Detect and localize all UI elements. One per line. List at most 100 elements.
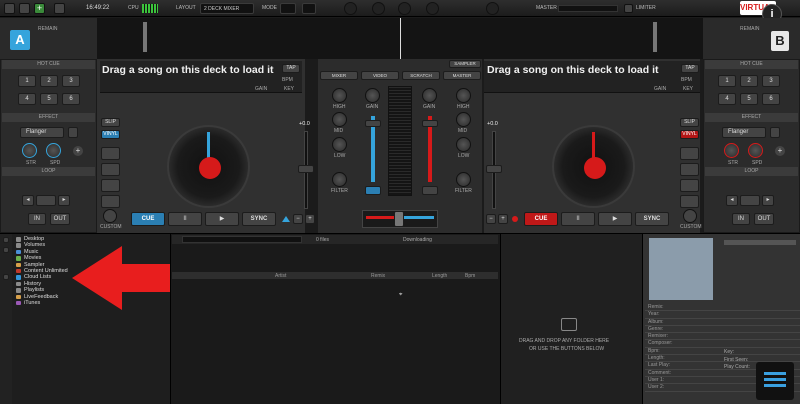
mixer-b-mid-knob[interactable]	[456, 112, 471, 127]
mixer-b-pfl-icon[interactable]	[422, 186, 438, 195]
deck-a-loop-in-button[interactable]: IN	[28, 213, 46, 225]
deck-b-custom-knob[interactable]	[683, 209, 697, 223]
deck-a-loop-double-icon[interactable]: ▸	[58, 195, 70, 206]
mode-toggle-1[interactable]	[280, 3, 296, 14]
deck-b-loop-out-button[interactable]: OUT	[754, 213, 774, 225]
deck-a-custom-pad-2[interactable]	[101, 163, 120, 176]
deck-a-hotcue-4[interactable]: 4	[18, 93, 36, 105]
deck-a-letter[interactable]: A	[10, 30, 30, 50]
deck-b-hotcue-5[interactable]: 5	[740, 93, 758, 105]
deck-b-custom-pad-4[interactable]	[680, 195, 699, 208]
sideview-icon[interactable]	[3, 247, 9, 253]
column-bpm[interactable]: Bpm	[465, 273, 475, 279]
settings-icon[interactable]	[54, 3, 65, 14]
effects-icon[interactable]	[398, 2, 411, 15]
deck-a-custom-pad-4[interactable]	[101, 195, 120, 208]
deck-a-cue-button[interactable]: CUE	[131, 212, 165, 226]
crossfader-handle[interactable]	[394, 211, 404, 227]
deck-a-str-knob[interactable]	[22, 143, 37, 158]
mixer-b-high-knob[interactable]	[456, 88, 471, 103]
info-rating-slider[interactable]	[724, 240, 796, 245]
deck-a-vinyl-button[interactable]: VINYL	[101, 130, 120, 139]
browser-icon[interactable]	[344, 2, 357, 15]
deck-a-jogwheel[interactable]	[167, 125, 250, 208]
deck-a-slip-button[interactable]: SLIP	[101, 118, 120, 127]
deck-b-str-knob[interactable]	[724, 143, 739, 158]
deck-b-effect-power-icon[interactable]	[770, 127, 780, 138]
scratch-tab[interactable]: SCRATCH	[402, 71, 440, 80]
mixer-a-mid-knob[interactable]	[332, 112, 347, 127]
layout-select[interactable]: 2 DECK MIXER	[200, 3, 254, 14]
master-volume-slider[interactable]	[558, 5, 618, 12]
deck-b-hotcue-2[interactable]: 2	[740, 75, 758, 87]
deck-b-custom-pad-1[interactable]	[680, 147, 699, 160]
plus-icon[interactable]: +	[34, 3, 45, 14]
search-input[interactable]	[182, 236, 302, 243]
deck-b-custom-pad-3[interactable]	[680, 179, 699, 192]
deck-b-custom-pad-2[interactable]	[680, 163, 699, 176]
rec-icon[interactable]	[486, 2, 499, 15]
deck-a-custom-knob[interactable]	[103, 209, 117, 223]
record-icon[interactable]	[19, 3, 30, 14]
deck-b-loop-length[interactable]	[740, 195, 760, 206]
deck-b-hotcue-6[interactable]: 6	[762, 93, 780, 105]
mixer-b-volume-handle[interactable]	[422, 120, 438, 127]
deck-b-letter[interactable]: B	[771, 31, 789, 51]
mode-toggle-2[interactable]	[302, 3, 316, 14]
deck-a-hotcue-1[interactable]: 1	[18, 75, 36, 87]
deck-a-pitch-minus-icon[interactable]: −	[293, 214, 303, 224]
deck-a-play-button[interactable]: ▶	[205, 212, 239, 226]
deck-a-effect-add-icon[interactable]: +	[73, 146, 83, 156]
deck-b-hotcue-1[interactable]: 1	[718, 75, 736, 87]
deck-b-pitch-minus-icon[interactable]: −	[486, 214, 496, 224]
deck-b-effect-select[interactable]: Flanger	[722, 127, 766, 138]
filter-icon[interactable]	[3, 274, 9, 280]
deck-a-spd-knob[interactable]	[46, 143, 61, 158]
menu-icon[interactable]	[4, 3, 15, 14]
mixer-b-filter-knob[interactable]	[456, 172, 471, 187]
deck-b-effect-add-icon[interactable]: +	[775, 146, 785, 156]
deck-a-effect-power-icon[interactable]	[68, 127, 78, 138]
deck-b-pitch-handle[interactable]	[486, 165, 502, 173]
deck-a-hotcue-5[interactable]: 5	[40, 93, 58, 105]
deck-a-keylock-icon[interactable]	[282, 216, 290, 222]
deck-a-pause-button[interactable]: II	[168, 212, 202, 226]
column-artist[interactable]: Artist	[275, 273, 286, 279]
deck-a-loop-half-icon[interactable]: ◂	[22, 195, 34, 206]
deck-b-pitch-plus-icon[interactable]: +	[498, 214, 508, 224]
master-tab[interactable]: MASTER	[443, 71, 481, 80]
deck-a-hotcue-6[interactable]: 6	[62, 93, 80, 105]
deck-a-pitch-handle[interactable]	[298, 165, 314, 173]
deck-b-cue-button[interactable]: CUE	[524, 212, 558, 226]
deck-b-loop-double-icon[interactable]: ▸	[762, 195, 774, 206]
deck-b-vinyl-button[interactable]: VINYL	[680, 130, 699, 139]
column-length[interactable]: Length	[432, 273, 447, 279]
video-icon[interactable]	[426, 2, 439, 15]
mixer-a-gain-knob[interactable]	[365, 88, 380, 103]
column-remix[interactable]: Remix	[371, 273, 385, 279]
deck-b-hotcue-3[interactable]: 3	[762, 75, 780, 87]
deck-a-loop-out-button[interactable]: OUT	[50, 213, 70, 225]
deck-a-effect-select[interactable]: Flanger	[20, 127, 64, 138]
deck-b-sync-button[interactable]: SYNC	[635, 212, 669, 226]
search-icon[interactable]	[3, 237, 9, 243]
deck-a-tap-button[interactable]: TAP	[282, 64, 300, 73]
video-tab[interactable]: VIDEO	[361, 71, 399, 80]
mixer-b-gain-knob[interactable]	[422, 88, 437, 103]
deck-a-custom-pad-1[interactable]	[101, 147, 120, 160]
mixer-a-pfl-icon[interactable]	[365, 186, 381, 195]
deck-b-loop-half-icon[interactable]: ◂	[726, 195, 738, 206]
mixer-a-high-knob[interactable]	[332, 88, 347, 103]
deck-a-sync-button[interactable]: SYNC	[242, 212, 276, 226]
mixer-b-low-knob[interactable]	[456, 137, 471, 152]
deck-a-custom-pad-3[interactable]	[101, 179, 120, 192]
mixer-a-filter-knob[interactable]	[332, 172, 347, 187]
mixer-tab[interactable]: MIXER	[320, 71, 358, 80]
deck-b-keylock-icon[interactable]	[512, 216, 518, 222]
sampler-icon[interactable]	[372, 2, 385, 15]
deck-b-play-button[interactable]: ▶	[598, 212, 632, 226]
deck-b-jogwheel[interactable]	[552, 125, 635, 208]
deck-b-spd-knob[interactable]	[748, 143, 763, 158]
deck-a-pitch-plus-icon[interactable]: +	[305, 214, 315, 224]
deck-a-hotcue-3[interactable]: 3	[62, 75, 80, 87]
